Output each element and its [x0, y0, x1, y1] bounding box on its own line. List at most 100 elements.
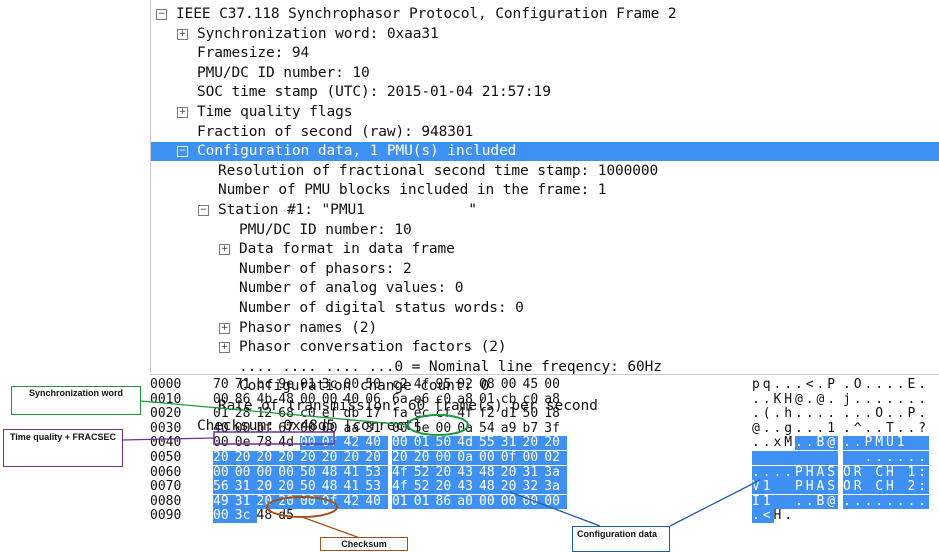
hex-offset: 0050	[150, 450, 182, 465]
hex-byte: 00	[392, 420, 408, 436]
hex-byte: 0e	[234, 435, 251, 451]
tree-item[interactable]: Framesize: 94	[151, 44, 939, 63]
tree-item[interactable]: Number of PMU blocks included in the fra…	[151, 181, 939, 200]
hex-byte: 3a	[544, 465, 567, 480]
hex-byte: 3a	[544, 480, 567, 495]
ascii-char: H	[773, 508, 782, 524]
ascii-char	[896, 465, 908, 480]
ascii-char: .	[805, 391, 814, 407]
ascii-char	[773, 494, 785, 509]
hex-offset: 0030	[150, 420, 182, 436]
collapse-icon[interactable]: −	[156, 9, 167, 20]
hex-byte: bf	[256, 420, 273, 436]
ascii-char: B	[816, 494, 828, 509]
tree-item-label: Phasor conversation factors (2)	[239, 339, 507, 356]
ascii-char: .	[896, 451, 908, 465]
tree-item[interactable]: − Station #1: "PMU1 "	[151, 201, 939, 220]
hex-offset: 0020	[150, 406, 182, 422]
hex-byte: 0f	[321, 494, 344, 509]
tree-item[interactable]: − Configuration data, 1 PMU(s) included	[151, 142, 939, 162]
hex-byte: 4f	[392, 465, 415, 480]
tree-item-label: Resolution of fractional second time sta…	[218, 162, 659, 179]
tree-item[interactable]: Fraction of second (raw): 948301	[151, 123, 939, 142]
tree-item[interactable]: SOC time stamp (UTC): 2015-01-04 21:57:1…	[151, 83, 939, 102]
hex-byte: 0a	[457, 451, 480, 465]
ascii-char: P	[907, 406, 916, 422]
tree-item[interactable]: Number of phasors: 2	[151, 260, 939, 279]
ascii-char: .	[918, 406, 927, 422]
ascii-char: .	[795, 420, 803, 436]
hex-byte: 00	[300, 494, 323, 509]
ascii-char: B	[816, 436, 828, 451]
tree-item[interactable]: PMU/DC ID number: 10	[151, 64, 939, 83]
hex-byte: 20	[321, 451, 344, 465]
hex-byte: 20	[500, 480, 523, 495]
hex-byte: 01	[413, 494, 436, 509]
ascii-char: 2	[907, 480, 919, 495]
expand-icon[interactable]: +	[177, 28, 188, 40]
ascii-char: .	[907, 391, 916, 407]
hex-byte: 20	[435, 480, 458, 495]
configuration-callout: Configuration data	[572, 526, 670, 552]
ascii-char: .	[762, 465, 774, 480]
ascii-char	[843, 451, 855, 465]
hex-byte: cb	[500, 391, 517, 407]
tree-item[interactable]: Number of analog values: 0	[151, 279, 939, 298]
hex-byte: 6a	[392, 391, 408, 407]
hex-byte: e6	[413, 391, 430, 407]
tree-item[interactable]: + Phasor names (2)	[151, 319, 939, 338]
hex-byte: 78	[256, 435, 273, 451]
tree-item[interactable]: + Synchronization word: 0xaa31	[151, 25, 939, 44]
tree-item[interactable]: Resolution of fractional second time sta…	[151, 162, 939, 181]
expand-icon[interactable]: +	[219, 342, 230, 354]
tree-item[interactable]: PMU/DC ID number: 10	[151, 221, 939, 240]
ascii-char: .	[795, 406, 803, 422]
collapse-icon[interactable]: −	[198, 205, 209, 216]
ascii-char: S	[827, 465, 839, 480]
expand-icon[interactable]: +	[219, 244, 230, 256]
ascii-char	[816, 451, 828, 465]
ascii-char: .	[805, 494, 817, 509]
ascii-char	[773, 451, 785, 465]
ascii-char: .	[853, 436, 865, 451]
tree-item[interactable]: − IEEE C37.118 Synchrophasor Protocol, Co…	[151, 5, 939, 24]
hex-byte: cf	[435, 406, 452, 422]
hex-byte: 3c	[321, 377, 338, 392]
collapse-icon[interactable]: −	[177, 146, 188, 158]
expand-icon[interactable]: +	[219, 322, 230, 334]
ascii-char: .	[918, 494, 930, 509]
tree-item[interactable]: + Data format in data frame	[151, 240, 939, 259]
ascii-char: .	[864, 406, 873, 422]
hex-byte: 20	[213, 451, 236, 465]
hex-byte: aa	[343, 420, 360, 436]
hex-byte: 56	[213, 480, 236, 495]
ascii-char: .	[853, 391, 862, 407]
ascii-char: .	[886, 377, 894, 392]
tree-item[interactable]: Number of digital status words: 0	[151, 299, 939, 318]
hex-byte: 52	[413, 480, 436, 495]
hex-byte: 06	[365, 391, 381, 407]
hex-byte: 20	[234, 451, 257, 465]
ascii-char: P	[864, 436, 876, 451]
checksum-callout: Checksum	[320, 537, 408, 551]
tree-item-label: Configuration data, 1 PMU(s) included	[197, 143, 517, 160]
ascii-char	[907, 436, 919, 451]
ascii-char: K	[773, 391, 782, 407]
hex-byte: 31	[234, 480, 257, 495]
ascii-char: .	[816, 406, 825, 422]
tree-item-label: PMU/DC ID number: 10	[239, 221, 412, 238]
ascii-char: .	[827, 406, 836, 422]
hex-byte: 48	[321, 465, 344, 480]
ascii-char: x	[773, 435, 782, 451]
hex-byte: 01	[300, 377, 316, 392]
tree-item[interactable]: + Phasor conversation factors (2)	[151, 338, 939, 357]
tree-item[interactable]: + Time quality flags	[151, 103, 939, 122]
ascii-char: .	[907, 494, 919, 509]
hex-byte: bc	[256, 377, 273, 392]
hex-byte: 00	[435, 451, 458, 465]
expand-icon[interactable]: +	[177, 107, 188, 118]
ascii-char: .	[875, 377, 884, 392]
ascii-char: g	[784, 420, 793, 436]
ascii-char: .	[827, 391, 836, 407]
hex-byte: 4d	[278, 435, 294, 451]
